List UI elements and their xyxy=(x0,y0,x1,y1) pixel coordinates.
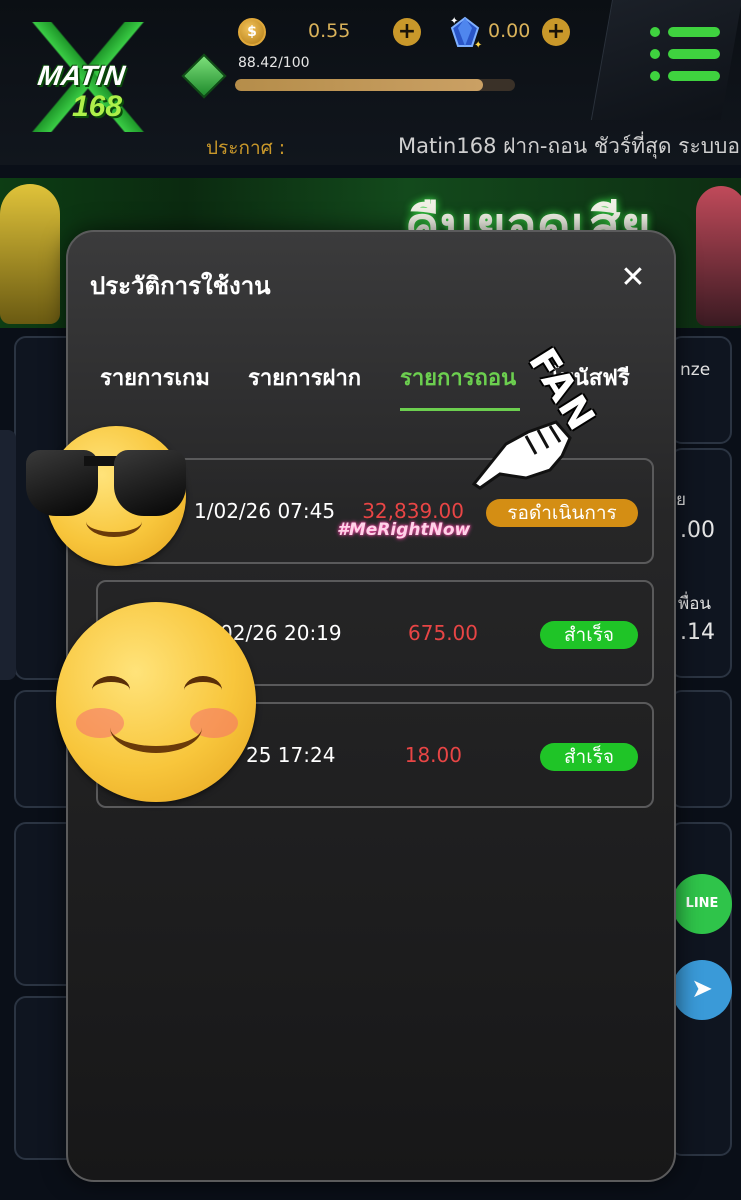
transaction-date: 1/02/26 07:45 xyxy=(194,499,336,523)
menu-icon-line xyxy=(668,71,720,81)
transaction-amount: 675.00 xyxy=(408,621,478,645)
tab-withdrawals[interactable]: รายการถอน xyxy=(400,360,516,395)
menu-icon-dot xyxy=(650,71,660,81)
partial-label: nze xyxy=(680,360,711,380)
status-badge: รอดำเนินการ xyxy=(486,499,638,527)
matin168-logo[interactable]: MATIN 168 xyxy=(8,22,173,132)
banner-character-left xyxy=(0,184,60,324)
emoji-mouth xyxy=(110,702,202,753)
tab-deposits[interactable]: รายการฝาก xyxy=(248,360,361,395)
transaction-amount: 18.00 xyxy=(404,743,462,767)
tab-games[interactable]: รายการเกม xyxy=(100,360,210,395)
emoji-eye xyxy=(92,676,130,704)
coin-icon: $ xyxy=(238,18,266,46)
add-gems-button[interactable]: + xyxy=(542,18,570,46)
menu-icon-line xyxy=(668,49,720,59)
sunglasses-icon xyxy=(14,450,186,520)
menu-button[interactable] xyxy=(590,0,741,120)
partial-value: .00 xyxy=(680,518,715,543)
line-contact-icon[interactable]: LINE xyxy=(672,874,732,934)
background-card-right-top: nze xyxy=(670,336,732,444)
svg-text:✦: ✦ xyxy=(474,40,482,50)
partial-label: พื่อน xyxy=(678,594,712,614)
sunglasses-bridge xyxy=(84,456,118,466)
exp-progress-bar xyxy=(235,79,515,91)
menu-icon-dot xyxy=(650,27,660,37)
modal-title: ประวัติการใช้งาน xyxy=(90,272,271,300)
menu-icon-line xyxy=(668,27,720,37)
hashtag-sticker: #MeRightNow xyxy=(337,520,471,540)
logo-text: MATIN xyxy=(35,60,127,91)
add-coins-button[interactable]: + xyxy=(393,18,421,46)
svg-text:✦: ✦ xyxy=(450,16,458,27)
logo-number: 168 xyxy=(72,90,123,123)
announcement-label: ประกาศ : xyxy=(206,137,286,159)
top-header: MATIN 168 $ 0.55 + ✦ ✦ 0.00 + 88.42/100 … xyxy=(0,0,741,165)
blushing-emoji-sticker xyxy=(56,602,256,802)
announcement-marquee: Matin168 ฝาก-ถอน ชัวร์ที่สุด ระบบอ xyxy=(398,134,740,158)
telegram-contact-icon[interactable]: ➤ xyxy=(672,960,732,1020)
emoji-eye xyxy=(184,676,222,704)
background-card-right-game xyxy=(670,690,732,808)
coin-balance: 0.55 xyxy=(308,20,351,42)
exp-progress-fill xyxy=(235,79,483,91)
gem-balance: 0.00 xyxy=(488,20,531,42)
sunglasses-lens xyxy=(114,450,186,516)
background-card-right-middle: ย .00 พื่อน .14 xyxy=(670,448,732,678)
transaction-date: 25 17:24 xyxy=(246,743,336,767)
transaction-date: 02/26 20:19 xyxy=(220,621,342,645)
status-badge: สำเร็จ xyxy=(540,743,638,771)
banner-character-right xyxy=(696,186,741,326)
partial-value: .14 xyxy=(680,620,715,645)
status-badge: สำเร็จ xyxy=(540,621,638,649)
rank-gem-icon xyxy=(181,53,227,99)
blue-gem-icon: ✦ ✦ xyxy=(450,16,482,50)
partial-label: ย xyxy=(676,490,686,510)
exp-text: 88.42/100 xyxy=(238,55,310,71)
close-icon[interactable]: ✕ xyxy=(618,263,648,294)
menu-icon-dot xyxy=(650,49,660,59)
